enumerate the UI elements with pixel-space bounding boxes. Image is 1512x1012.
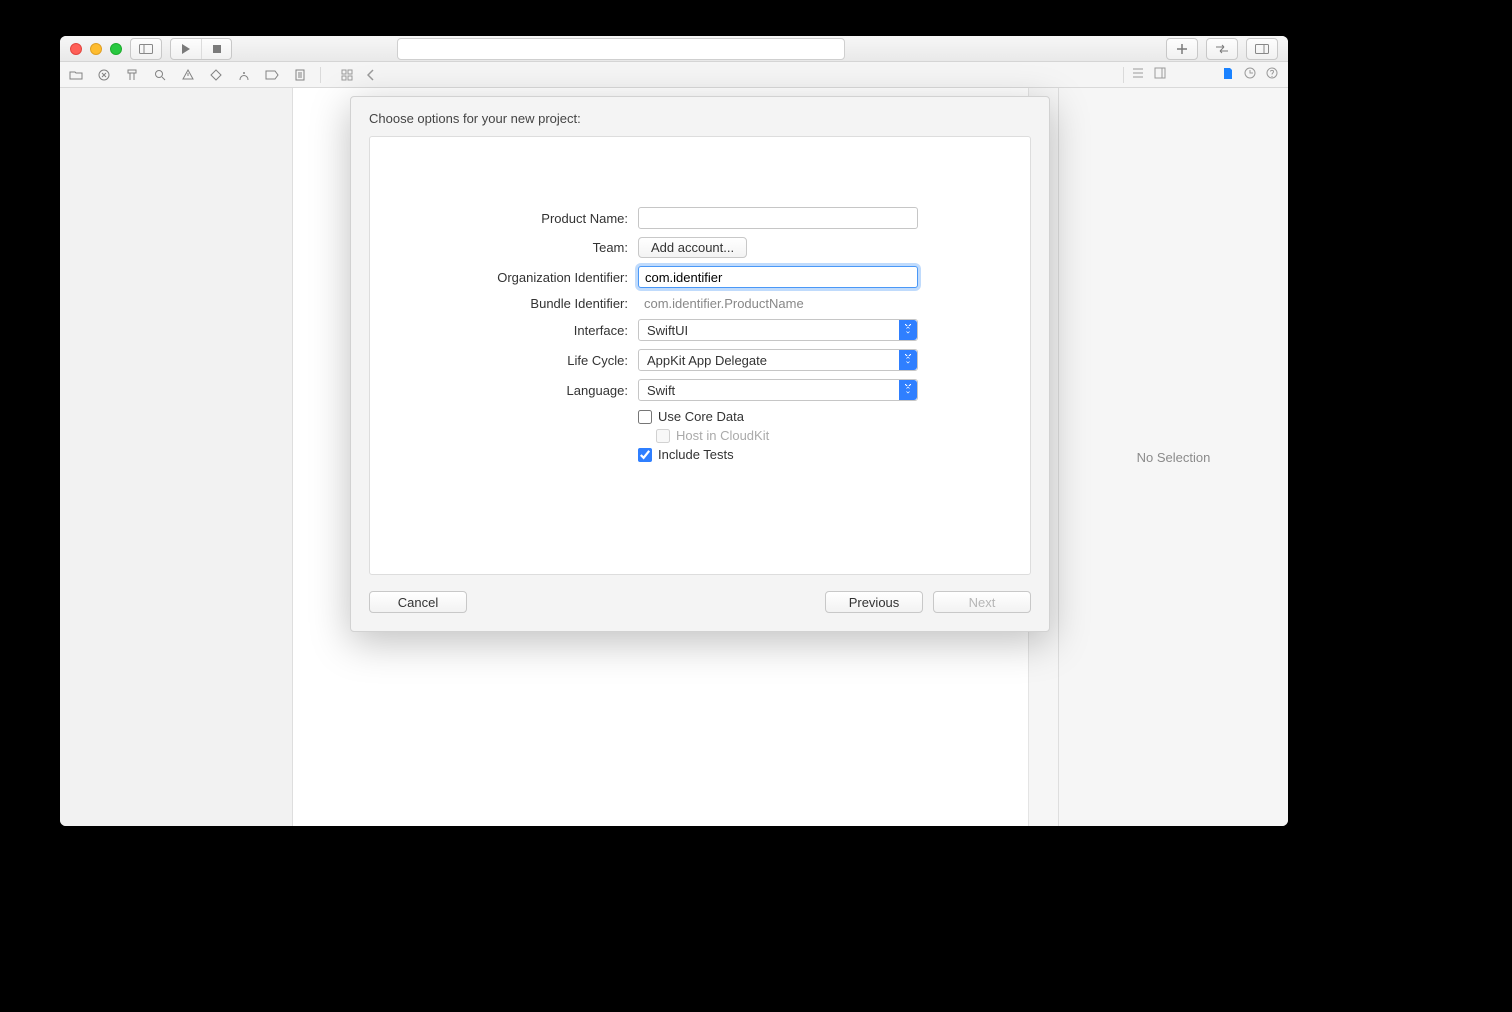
code-review-button[interactable] (1206, 38, 1238, 60)
activity-viewer (397, 38, 845, 60)
sidebar-toggle[interactable] (130, 38, 162, 60)
language-select[interactable]: Swift (638, 379, 918, 401)
previous-button[interactable]: Previous (825, 591, 923, 613)
library-button[interactable] (1166, 38, 1198, 60)
navigator-panel (60, 88, 293, 826)
titlebar (60, 36, 1288, 62)
help-inspector-icon[interactable] (1264, 67, 1280, 83)
panel-toggle-icon (131, 39, 161, 59)
source-control-icon[interactable] (96, 69, 112, 81)
run-button[interactable] (171, 39, 201, 59)
bundle-id-value: com.identifier.ProductName (638, 296, 980, 311)
cloudkit-check-input (656, 429, 670, 443)
reports-icon[interactable] (292, 69, 308, 81)
stop-button[interactable] (201, 39, 231, 59)
arrows-icon (1207, 39, 1237, 59)
include-tests-label: Include Tests (658, 447, 734, 462)
cloudkit-checkbox: Host in CloudKit (656, 428, 980, 443)
divider (1123, 67, 1124, 83)
chevron-up-down-icon (899, 320, 917, 340)
panel-buttons[interactable] (1246, 38, 1278, 60)
next-button[interactable]: Next (933, 591, 1031, 613)
traffic-lights (70, 43, 122, 55)
lifecycle-label: Life Cycle: (420, 353, 638, 368)
interface-select[interactable]: SwiftUI (638, 319, 918, 341)
plus-icon (1167, 39, 1197, 59)
lifecycle-select[interactable]: AppKit App Delegate (638, 349, 918, 371)
divider (320, 67, 321, 83)
history-inspector-icon[interactable] (1242, 67, 1258, 83)
minimize-window-icon[interactable] (90, 43, 102, 55)
minimap-icon[interactable] (1130, 67, 1146, 83)
symbol-icon[interactable] (124, 69, 140, 81)
issues-icon[interactable] (180, 69, 196, 81)
include-tests-checkbox[interactable]: Include Tests (638, 447, 980, 462)
no-selection-label: No Selection (1137, 450, 1211, 465)
language-label: Language: (420, 383, 638, 398)
new-project-sheet: Choose options for your new project: Pro… (350, 96, 1050, 632)
related-items-icon[interactable] (339, 69, 355, 81)
core-data-label: Use Core Data (658, 409, 744, 424)
main-window: No Selection Choose options for your new… (60, 36, 1288, 826)
sheet-title: Choose options for your new project: (351, 97, 1049, 136)
navigator-tabbar (60, 62, 1288, 88)
maximize-window-icon[interactable] (110, 43, 122, 55)
bundle-id-label: Bundle Identifier: (420, 296, 638, 311)
folder-icon[interactable] (68, 69, 84, 81)
include-tests-check-input[interactable] (638, 448, 652, 462)
team-label: Team: (420, 240, 638, 255)
add-account-button[interactable]: Add account... (638, 237, 747, 258)
interface-label: Interface: (420, 323, 638, 338)
debug-icon[interactable] (236, 69, 252, 81)
product-name-input[interactable] (638, 207, 918, 229)
breakpoints-icon[interactable] (264, 70, 280, 80)
layout-icon (1247, 39, 1277, 59)
cloudkit-label: Host in CloudKit (676, 428, 769, 443)
org-id-label: Organization Identifier: (420, 270, 638, 285)
chevron-up-down-icon (899, 350, 917, 370)
core-data-check-input[interactable] (638, 410, 652, 424)
language-value: Swift (647, 383, 675, 398)
adjust-icon[interactable] (1152, 67, 1168, 83)
tests-icon[interactable] (208, 69, 224, 81)
chevron-up-down-icon (899, 380, 917, 400)
run-controls (170, 38, 232, 60)
cancel-button[interactable]: Cancel (369, 591, 467, 613)
product-name-label: Product Name: (420, 211, 638, 226)
file-inspector-icon[interactable] (1220, 67, 1236, 83)
interface-value: SwiftUI (647, 323, 688, 338)
inspector-panel: No Selection (1058, 88, 1288, 826)
nav-back-icon[interactable] (363, 69, 379, 81)
org-identifier-input[interactable] (638, 266, 918, 288)
search-icon[interactable] (152, 69, 168, 81)
lifecycle-value: AppKit App Delegate (647, 353, 767, 368)
close-window-icon[interactable] (70, 43, 82, 55)
core-data-checkbox[interactable]: Use Core Data (638, 409, 980, 424)
